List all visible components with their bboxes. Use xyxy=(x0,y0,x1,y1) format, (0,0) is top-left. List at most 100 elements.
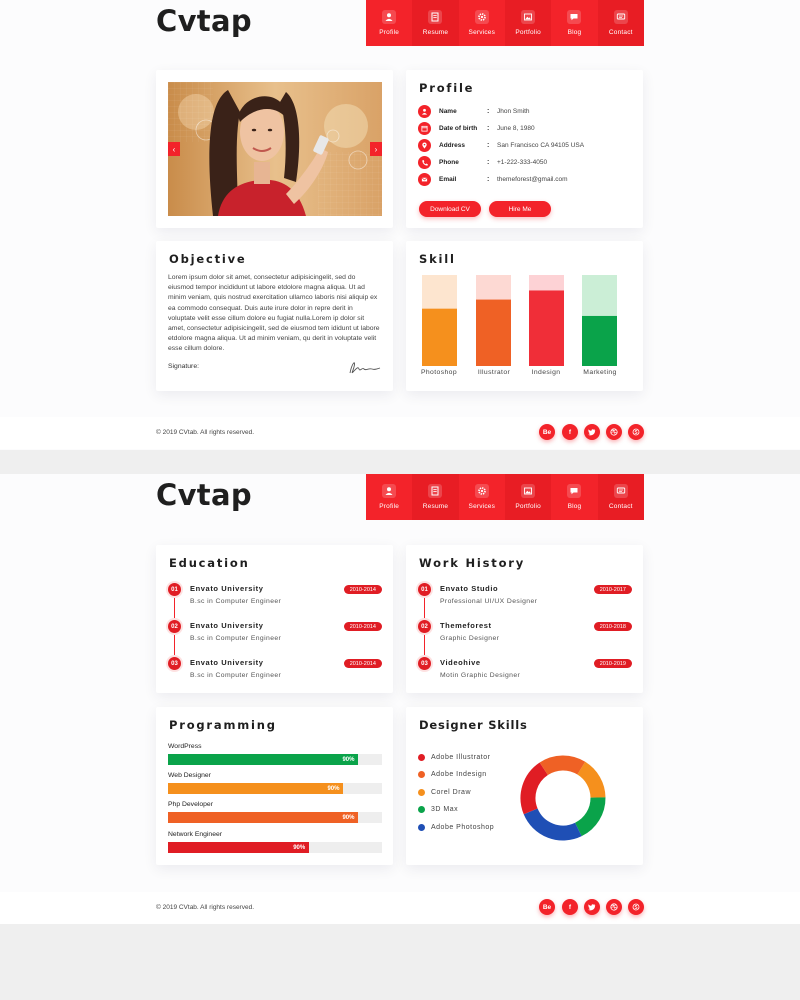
work-item: 03 Videohive Motin Graphic Designer 2010… xyxy=(418,657,632,687)
nav-label: Portfolio xyxy=(515,29,541,36)
mail-icon xyxy=(418,172,431,186)
date-badge: 2010-2014 xyxy=(343,585,382,594)
skype-icon[interactable] xyxy=(628,424,644,440)
profile-label: Email xyxy=(439,175,457,183)
nav-item-portfolio[interactable]: Portfolio xyxy=(504,0,552,46)
facebook-icon[interactable]: f xyxy=(562,899,578,915)
behance-icon[interactable]: Be xyxy=(539,899,555,915)
profile-value: San Francisco CA 94105 USA xyxy=(497,141,585,149)
user-icon xyxy=(382,484,397,498)
item-title: Envato University xyxy=(190,584,264,593)
page-background xyxy=(0,924,800,1000)
legend-dot xyxy=(418,823,425,831)
designer-skill-item: Adobe Photoshop xyxy=(418,822,494,832)
donut-segment xyxy=(577,761,606,799)
nav-item-services[interactable]: Services xyxy=(459,474,505,520)
nav-item-resume[interactable]: Resume xyxy=(412,0,459,46)
nav-label: Services xyxy=(468,29,496,36)
nav-item-blog[interactable]: Blog xyxy=(551,0,597,46)
nav-item-resume[interactable]: Resume xyxy=(412,474,459,520)
skill-label: Photoshop xyxy=(420,369,458,376)
copyright-text: © 2019 CVtab. All rights reserved. xyxy=(156,429,255,436)
nav-label: Blog xyxy=(567,29,582,36)
date-badge: 2010-2014 xyxy=(343,659,382,668)
nav-item-profile[interactable]: Profile xyxy=(366,0,412,46)
progress-track: 90% xyxy=(168,842,382,853)
skill-label: Marketing xyxy=(583,369,617,376)
document-icon xyxy=(428,10,443,24)
date-badge: 2010-2014 xyxy=(343,622,382,631)
dribbble-icon[interactable] xyxy=(606,424,622,440)
skill-label: Indesign xyxy=(531,369,561,376)
legend-label: Adobe Indesign xyxy=(431,770,487,778)
nav-item-contact[interactable]: Contact xyxy=(597,0,644,46)
behance-icon[interactable]: Be xyxy=(539,424,555,440)
nav-label: Resume xyxy=(422,503,449,510)
resume-page-2: Cvtap Profile Resume Services Portfolio … xyxy=(0,474,800,924)
nav-item-blog[interactable]: Blog xyxy=(551,474,597,520)
dribbble-icon[interactable] xyxy=(606,899,622,915)
message-icon xyxy=(613,484,628,498)
signature-image xyxy=(349,362,381,374)
legend-dot xyxy=(418,770,425,778)
objective-text: Lorem ipsum dolor sit amet, consectetur … xyxy=(168,274,380,353)
nav-item-services[interactable]: Services xyxy=(459,0,505,46)
profile-row-phone: Phone : +1-222-333-4050 xyxy=(418,155,547,169)
progress-fill: 90% xyxy=(168,842,310,853)
profile-label: Date of birth xyxy=(439,124,478,132)
item-title: Envato University xyxy=(190,621,264,630)
timeline-number: 02 xyxy=(168,620,181,633)
skill-bar xyxy=(422,308,457,366)
profile-row-address: Address : San Francisco CA 94105 USA xyxy=(418,138,584,152)
legend-label: 3D Max xyxy=(431,805,459,813)
item-title: Themeforest xyxy=(440,621,492,630)
skill-bar xyxy=(582,315,617,366)
facebook-icon[interactable]: f xyxy=(562,424,578,440)
legend-label: Corel Draw xyxy=(431,788,472,796)
item-subtitle: Professional UI/UX Designer xyxy=(440,598,538,605)
education-card: Education 01 Envato University B.sc in C… xyxy=(156,545,393,693)
donut-segment xyxy=(523,808,582,841)
item-subtitle: Motin Graphic Designer xyxy=(440,672,521,679)
timeline-number: 03 xyxy=(168,657,181,670)
skill-label: Illustrator xyxy=(477,369,511,376)
photo-prev-button[interactable]: ‹ xyxy=(168,142,180,156)
logo[interactable]: Cvtap xyxy=(156,478,252,512)
progress-track: 90% xyxy=(168,754,382,765)
person-icon xyxy=(418,104,431,118)
chat-icon xyxy=(567,484,582,498)
date-badge: 2010-2017 xyxy=(593,585,632,594)
item-title: Envato University xyxy=(190,658,264,667)
nav-item-contact[interactable]: Contact xyxy=(597,474,644,520)
timeline-number: 03 xyxy=(418,657,431,670)
profile-value: Jhon Smith xyxy=(497,107,530,115)
nav-item-portfolio[interactable]: Portfolio xyxy=(504,474,552,520)
work-history-title: Work History xyxy=(419,556,526,570)
nav-item-profile[interactable]: Profile xyxy=(366,474,412,520)
twitter-icon[interactable] xyxy=(584,899,600,915)
logo[interactable]: Cvtap xyxy=(156,4,252,38)
nav-label: Services xyxy=(468,503,496,510)
photo-next-button[interactable]: › xyxy=(370,142,382,156)
photo-card: ‹ › xyxy=(156,70,393,228)
document-icon xyxy=(428,484,443,498)
profile-label: Address xyxy=(439,141,466,149)
twitter-icon[interactable] xyxy=(584,424,600,440)
main-nav: Profile Resume Services Portfolio Blog C… xyxy=(366,0,644,46)
gear-icon xyxy=(474,484,489,498)
download-cv-button[interactable]: Download CV xyxy=(419,201,481,217)
legend-label: Adobe Illustrator xyxy=(431,753,491,761)
skype-icon[interactable] xyxy=(628,899,644,915)
legend-dot xyxy=(418,805,425,813)
profile-photo: ‹ › xyxy=(168,82,382,216)
progress-label: Web Designer xyxy=(168,772,211,779)
education-item: 03 Envato University B.sc in Computer En… xyxy=(168,657,382,687)
phone-icon xyxy=(418,155,431,169)
hire-me-button[interactable]: Hire Me xyxy=(489,201,551,217)
profile-label: Name xyxy=(439,107,457,115)
profile-value: +1-222-333-4050 xyxy=(497,158,548,166)
profile-value: June 8, 1980 xyxy=(497,124,535,132)
programming-item: WordPress 90% xyxy=(168,743,382,765)
main-nav: Profile Resume Services Portfolio Blog C… xyxy=(366,474,644,520)
nav-label: Contact xyxy=(608,29,633,36)
